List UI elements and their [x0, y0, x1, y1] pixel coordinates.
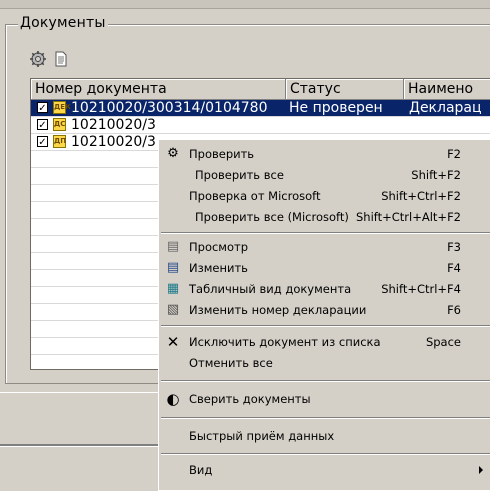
menu-item-compare-documents[interactable]: ◐ Сверить документы — [159, 389, 490, 409]
menu-item-quick-data-receive[interactable]: Быстрый приём данных — [159, 426, 490, 446]
menu-item-label: Проверить все — [195, 168, 284, 182]
table-row[interactable]: ✓ ДС 10210020/3 — [31, 117, 490, 134]
menu-item-label: Табличный вид документа — [189, 282, 352, 296]
document-status: Не проверен — [289, 100, 383, 116]
menu-item-label: Быстрый приём данных — [189, 429, 335, 443]
document-icon[interactable] — [53, 51, 69, 67]
row-checkbox[interactable]: ✓ — [37, 119, 48, 131]
menu-item-label: Отменить все — [189, 356, 273, 370]
submenu-arrow-icon — [479, 466, 483, 474]
menu-item-shortcut: Shift+Ctrl+F4 — [381, 282, 461, 296]
menu-item-cancel-all[interactable]: Отменить все — [159, 353, 490, 373]
listview-header: Номер документа Статус Наимено — [31, 79, 490, 100]
column-header-status[interactable]: Статус — [286, 79, 404, 99]
menu-item-check-microsoft[interactable]: Проверка от Microsoft Shift+Ctrl+F2 — [159, 186, 490, 206]
menu-item-shortcut: Shift+F2 — [411, 168, 461, 182]
menu-item-table-view[interactable]: ▦ Табличный вид документа Shift+Ctrl+F4 — [159, 279, 490, 299]
menu-separator — [161, 417, 490, 419]
menu-item-view-submenu[interactable]: Вид — [159, 460, 490, 480]
table-row[interactable]: ✓ ДЕК 10210020/300314/0104780 Не провере… — [31, 100, 490, 117]
column-header-number[interactable]: Номер документа — [31, 79, 286, 99]
menu-separator — [161, 232, 490, 234]
menu-item-label: Проверить все (Microsoft) — [195, 210, 349, 224]
compare-icon: ◐ — [166, 390, 180, 408]
document-icon: ▤ — [166, 239, 180, 254]
menu-item-label: Исключить документ из списка — [189, 335, 381, 349]
context-menu: ⚙ Проверить F2 Проверить все Shift+F2 Пр… — [158, 139, 490, 491]
row-checkbox[interactable]: ✓ — [37, 102, 48, 114]
menu-item-label: Вид — [189, 463, 213, 477]
document-number: 10210020/300314/0104780 — [71, 100, 268, 116]
menu-item-check-all-microsoft[interactable]: Проверить все (Microsoft) Shift+Ctrl+Alt… — [159, 207, 490, 227]
menu-item-check-all[interactable]: Проверить все Shift+F2 — [159, 165, 490, 185]
edit-document-icon: ▤ — [166, 260, 180, 275]
declaration-icon: ДЕК — [53, 101, 71, 114]
menu-item-view[interactable]: ▤ Просмотр F3 — [159, 237, 490, 257]
menu-item-shortcut: Shift+Ctrl+F2 — [381, 189, 461, 203]
menu-item-edit[interactable]: ▤ Изменить F4 — [159, 258, 490, 278]
menu-item-exclude-document[interactable]: ✕ Исключить документ из списка Space — [159, 332, 490, 352]
document-name: Декларац — [409, 100, 482, 116]
menu-item-shortcut: Space — [425, 335, 461, 349]
document-number: 10210020/3 — [71, 117, 156, 133]
menu-item-label: Изменить — [189, 261, 248, 275]
menu-item-shortcut: F4 — [447, 261, 461, 275]
document-type-icon: ДС — [53, 118, 66, 131]
menu-item-change-declaration-number[interactable]: ▧ Изменить номер декларации F6 — [159, 300, 490, 320]
gear-icon[interactable] — [30, 51, 46, 67]
document-type-icon: ДП — [53, 135, 66, 148]
row-checkbox[interactable]: ✓ — [37, 136, 48, 148]
close-icon: ✕ — [166, 333, 180, 351]
document-number: 10210020/3 — [71, 134, 156, 150]
menu-item-label: Проверка от Microsoft — [189, 189, 321, 203]
menu-item-label: Изменить номер декларации — [189, 303, 367, 317]
menu-item-shortcut: Shift+Ctrl+Alt+F2 — [355, 210, 461, 224]
gear-icon: ⚙ — [167, 146, 179, 161]
documents-group-title: Документы — [18, 15, 108, 31]
menu-item-label: Просмотр — [189, 240, 249, 254]
table-icon: ▦ — [166, 281, 180, 296]
window-top-edge — [0, 0, 490, 9]
menu-item-label: Проверить — [189, 147, 255, 161]
menu-separator — [161, 325, 490, 327]
column-header-name[interactable]: Наимено — [404, 79, 490, 99]
menu-item-shortcut: F6 — [447, 303, 461, 317]
menu-item-shortcut: F3 — [447, 240, 461, 254]
menu-separator — [161, 380, 490, 382]
menu-item-check[interactable]: ⚙ Проверить F2 — [159, 144, 490, 164]
menu-item-shortcut: F2 — [447, 147, 461, 161]
menu-separator — [161, 453, 490, 455]
menu-item-label: Сверить документы — [189, 392, 311, 406]
renumber-icon: ▧ — [166, 302, 180, 317]
